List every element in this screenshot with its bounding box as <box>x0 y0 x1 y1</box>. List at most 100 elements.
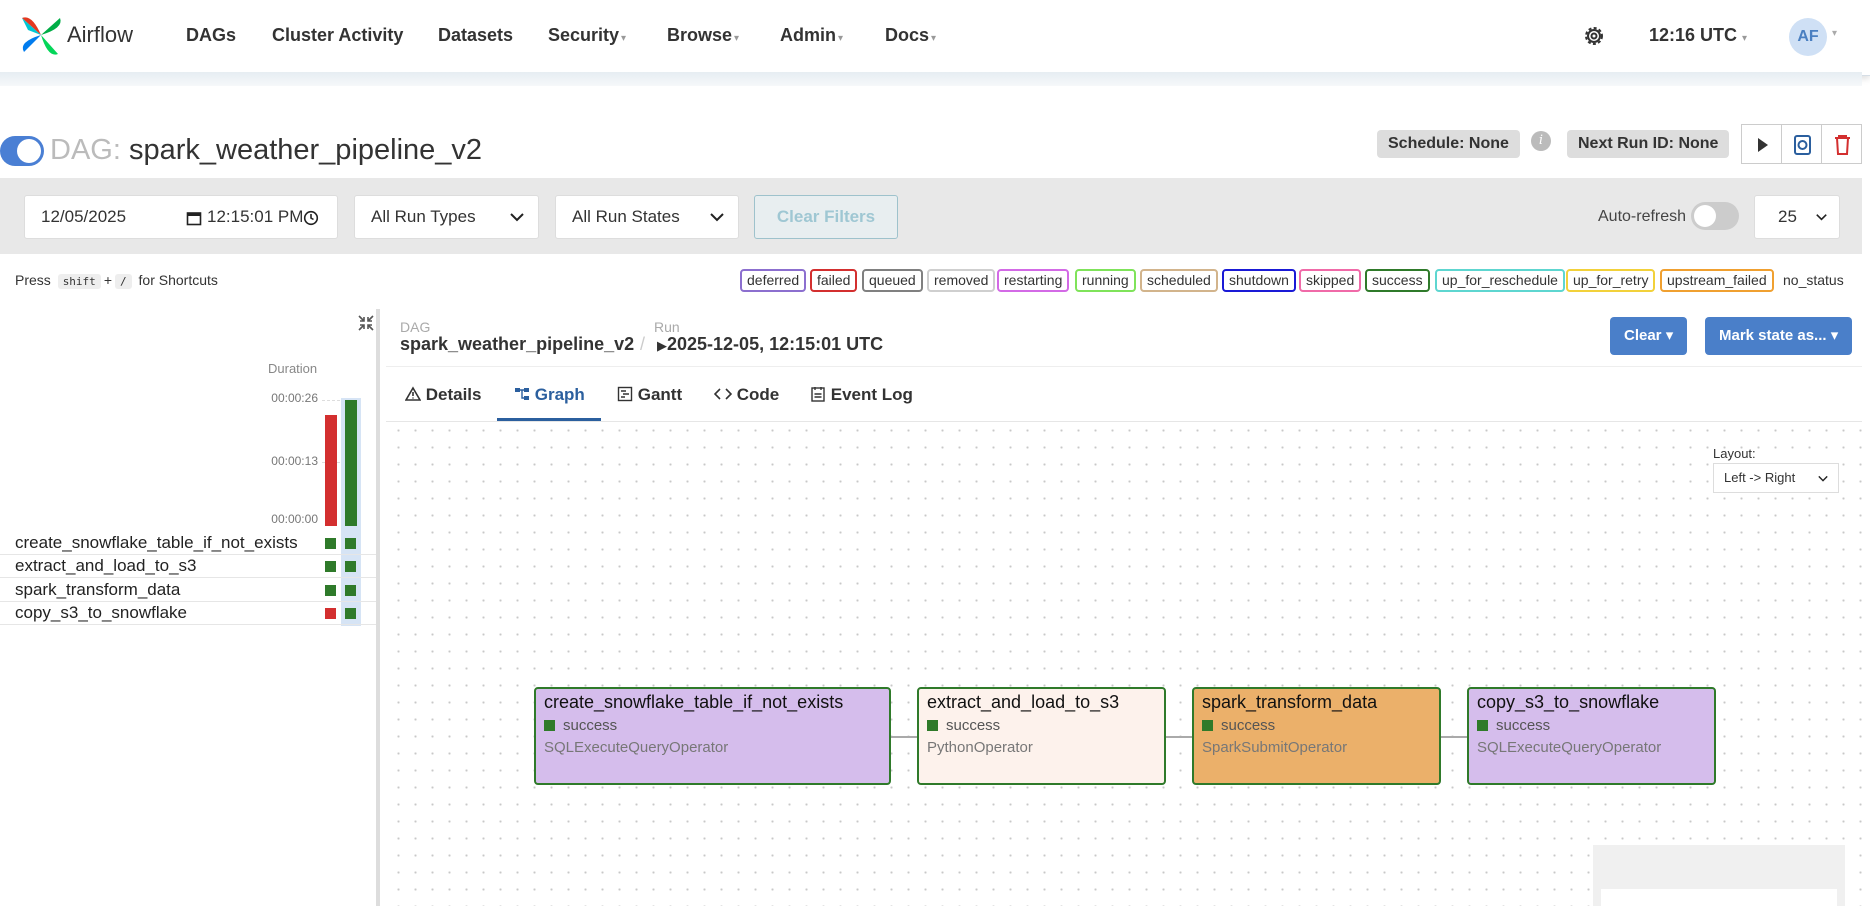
nav-admin-label: Admin <box>780 25 836 45</box>
page-size-select[interactable]: 25 <box>1754 195 1840 239</box>
graph-node[interactable]: create_snowflake_table_if_not_exists succ… <box>534 687 891 785</box>
tab-details[interactable]: Details <box>404 385 481 405</box>
tab-code[interactable]: Code <box>713 385 779 405</box>
mark-state-button[interactable]: Mark state as... ▾ <box>1705 317 1853 355</box>
nav-datasets-label: Datasets <box>438 25 514 45</box>
legend-skipped[interactable]: skipped <box>1299 269 1362 292</box>
nav-docs[interactable]: Docs ▾ <box>885 25 936 46</box>
task-instance-square[interactable] <box>325 585 336 596</box>
chevron-down-icon <box>510 213 524 222</box>
run-states-select[interactable]: All Run States <box>555 195 739 239</box>
trash-icon <box>1835 135 1850 155</box>
task-row[interactable]: copy_s3_to_snowflake <box>0 602 376 625</box>
task-name[interactable]: spark_transform_data <box>15 580 180 600</box>
chevron-down-icon[interactable]: ▾ <box>1832 28 1837 39</box>
nav-browse[interactable]: Browse ▾ <box>667 25 739 46</box>
task-name[interactable]: extract_and_load_to_s3 <box>15 556 196 576</box>
legend-queued[interactable]: queued <box>862 269 923 292</box>
nav-cluster-activity[interactable]: Cluster Activity <box>272 25 403 46</box>
graph-minimap[interactable] <box>1593 845 1845 909</box>
auto-refresh-toggle[interactable] <box>1691 202 1739 230</box>
collapse-icon[interactable] <box>357 314 375 332</box>
layout-select[interactable]: Left -> Right <box>1713 463 1839 493</box>
calendar-icon[interactable] <box>186 210 202 226</box>
task-instance-square[interactable] <box>325 608 336 619</box>
chevron-down-icon <box>710 213 724 222</box>
task-instance-square[interactable] <box>345 561 356 572</box>
clock-icon[interactable] <box>303 210 319 226</box>
chevron-down-icon <box>1818 475 1828 482</box>
gear-icon[interactable] <box>1582 24 1606 48</box>
nav-datasets[interactable]: Datasets <box>438 25 513 46</box>
brand-name[interactable]: Airflow <box>67 22 133 48</box>
node-state: success <box>1496 717 1551 734</box>
avatar[interactable]: AF <box>1789 18 1827 56</box>
nav-dags-label: DAGs <box>186 25 237 45</box>
delete-dag-button[interactable] <box>1821 124 1862 164</box>
tab-event-log[interactable]: Event Log <box>810 385 913 405</box>
node-task-name: copy_s3_to_snowflake <box>1477 692 1660 712</box>
legend-shutdown[interactable]: shutdown <box>1222 269 1296 292</box>
breadcrumb-run[interactable]: ▶2025-12-05, 12:15:01 UTC <box>657 334 883 355</box>
airflow-logo-icon[interactable] <box>18 12 64 58</box>
legend-no-status[interactable]: no_status <box>1776 269 1851 292</box>
breadcrumb-dag-label: DAG <box>400 319 431 335</box>
task-name[interactable]: copy_s3_to_snowflake <box>15 603 187 623</box>
graph-icon <box>515 388 529 400</box>
legend-success[interactable]: success <box>1365 269 1430 292</box>
graph-canvas[interactable] <box>390 422 1862 906</box>
legend-up-for-reschedule[interactable]: up_for_reschedule <box>1435 269 1565 292</box>
nav-admin[interactable]: Admin ▾ <box>780 25 843 46</box>
legend-up-for-retry[interactable]: up_for_retry <box>1566 269 1656 292</box>
legend-failed[interactable]: failed <box>810 269 858 292</box>
legend-removed[interactable]: removed <box>927 269 996 292</box>
clear-run-button[interactable]: Clear ▾ <box>1610 317 1688 355</box>
run-duration-bar[interactable] <box>345 400 357 526</box>
nav-dags[interactable]: DAGs <box>186 25 236 46</box>
graph-node[interactable]: extract_and_load_to_s3 success PythonOpera… <box>917 687 1166 785</box>
legend-running[interactable]: running <box>1075 269 1136 292</box>
legend-deferred[interactable]: deferred <box>740 269 807 292</box>
task-instance-square[interactable] <box>345 585 356 596</box>
duration-tick-max: 00:00:26 <box>271 391 318 405</box>
tab-graph[interactable]: Graph <box>514 385 585 405</box>
node-task-name: extract_and_load_to_s3 <box>927 692 1120 712</box>
graph-node[interactable]: copy_s3_to_snowflake success SQLExecuteQue… <box>1467 687 1716 785</box>
graph-edge <box>1166 736 1193 738</box>
task-instance-square[interactable] <box>345 608 356 619</box>
node-state: success <box>1221 717 1276 734</box>
clear-filters-button[interactable]: Clear Filters <box>754 195 898 239</box>
breadcrumb-dag[interactable]: spark_weather_pipeline_v2 <box>400 334 634 355</box>
node-operator: SQLExecuteQueryOperator <box>544 739 729 756</box>
tab-gantt[interactable]: Gantt <box>617 385 682 405</box>
task-row[interactable]: spark_transform_data <box>0 579 376 602</box>
task-name[interactable]: create_snowflake_table_if_not_exists <box>15 533 298 553</box>
shortcut-plus: + <box>103 272 112 288</box>
trigger-dag-button[interactable] <box>1741 124 1782 164</box>
legend-upstream-failed[interactable]: upstream_failed <box>1660 269 1774 292</box>
run-types-select[interactable]: All Run Types <box>354 195 539 239</box>
task-instance-square[interactable] <box>325 561 336 572</box>
chevron-down-icon: ▾ <box>1742 33 1748 44</box>
run-duration-bar[interactable] <box>325 414 337 526</box>
clock-dropdown[interactable]: 12:16 UTC ▾ <box>1649 25 1747 46</box>
legend-scheduled[interactable]: scheduled <box>1140 269 1218 292</box>
page-title: DAG: spark_weather_pipeline_v2 <box>50 134 482 167</box>
legend-restarting[interactable]: restarting <box>997 269 1070 292</box>
graph-node[interactable]: spark_transform_data success SparkSubmitOp… <box>1192 687 1441 785</box>
task-row[interactable]: create_snowflake_table_if_not_exists <box>0 532 376 555</box>
warning-icon <box>404 386 422 401</box>
base-date-input[interactable]: 12/05/2025 12:15:01 PM <box>24 195 338 239</box>
nav-security[interactable]: Security ▾ <box>548 25 626 46</box>
reparse-dag-button[interactable] <box>1781 124 1822 164</box>
info-icon[interactable]: i <box>1531 131 1551 151</box>
node-state-square <box>927 720 938 731</box>
layout-value: Left -> Right <box>1724 470 1796 485</box>
dag-pause-toggle[interactable] <box>0 136 44 166</box>
page-size-value: 25 <box>1778 207 1797 226</box>
task-instance-square[interactable] <box>345 538 356 549</box>
task-row[interactable]: extract_and_load_to_s3 <box>0 555 376 578</box>
task-instance-square[interactable] <box>325 538 336 549</box>
base-time-value: 12:15:01 PM <box>207 207 304 226</box>
breadcrumb-run-label: Run <box>654 319 680 335</box>
